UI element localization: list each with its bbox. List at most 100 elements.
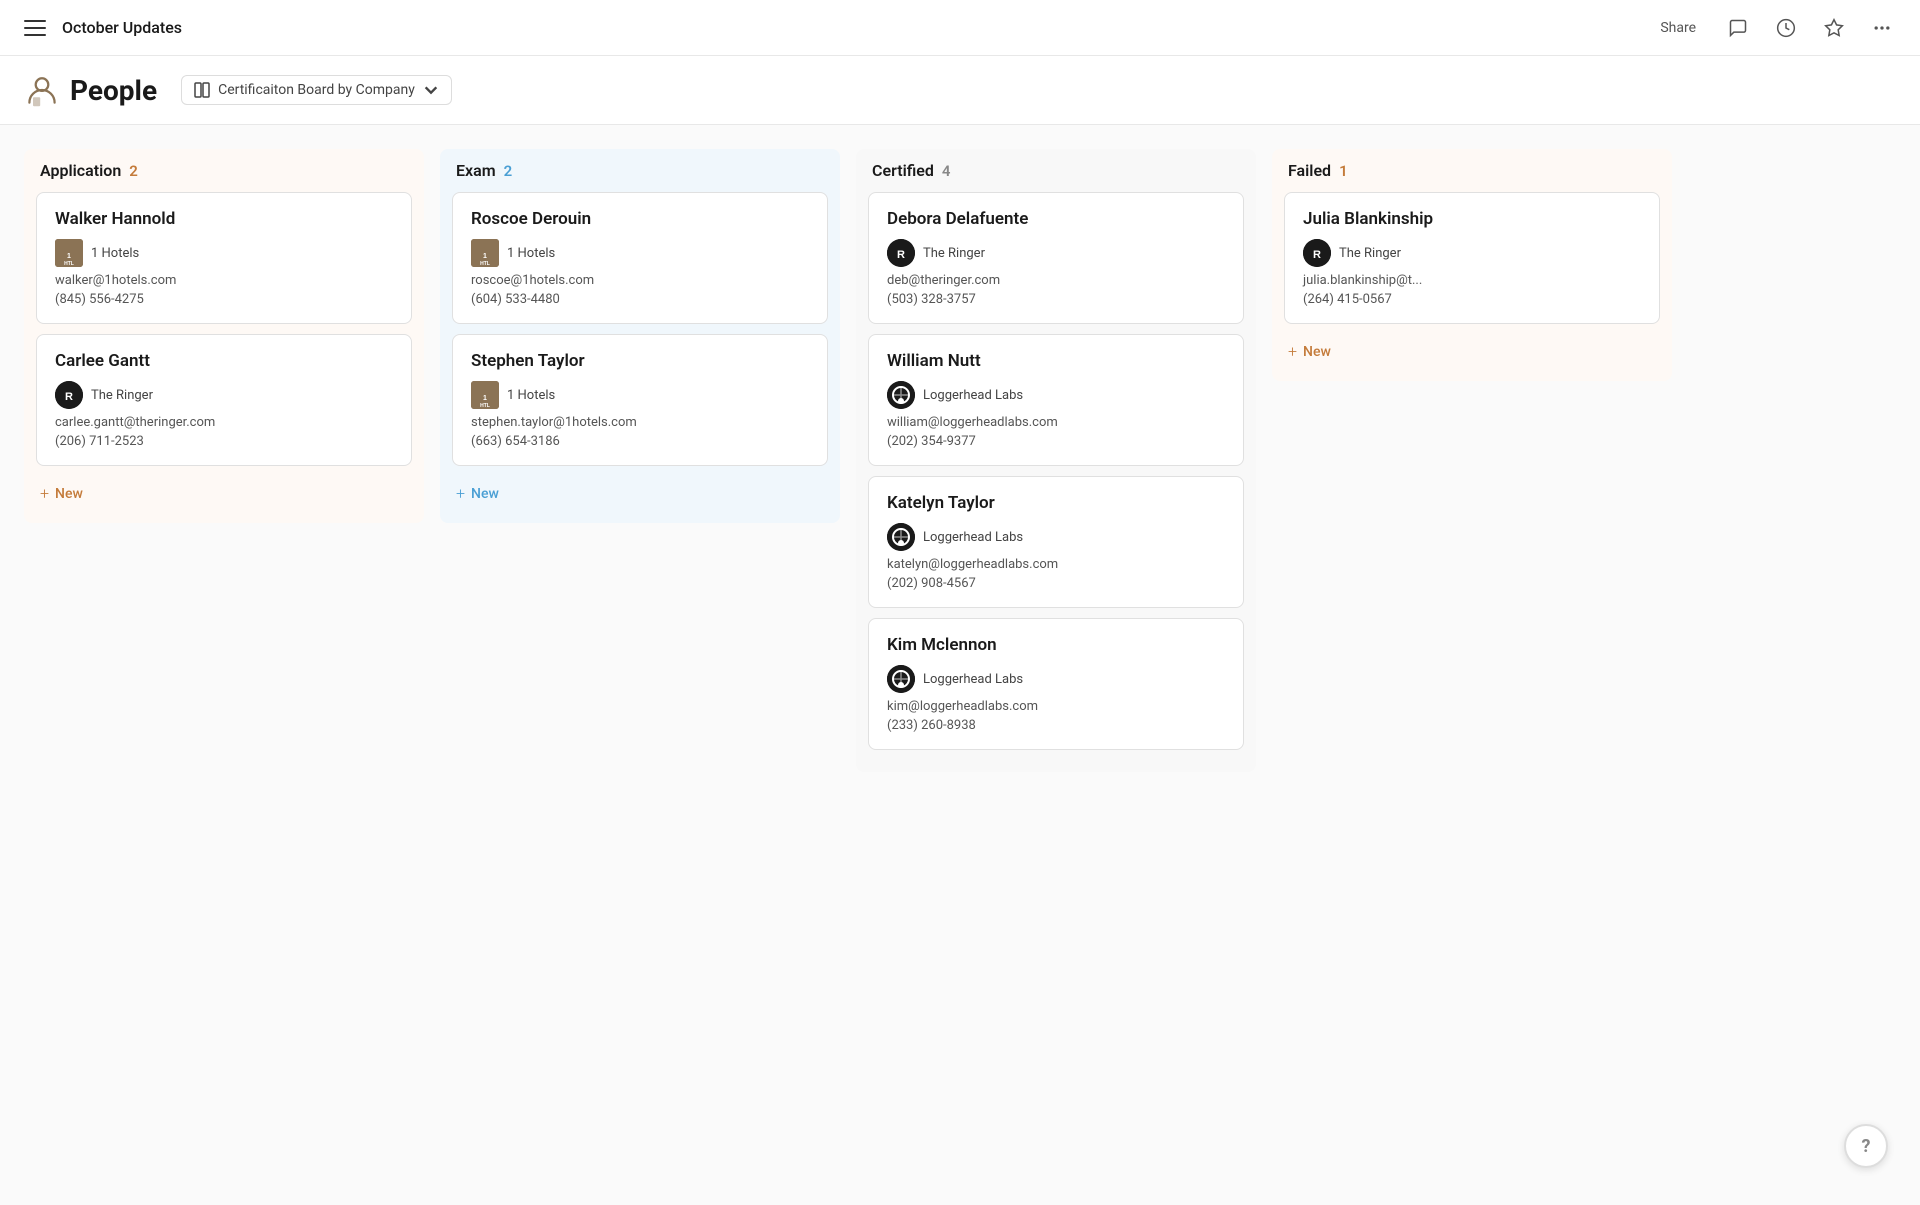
card-company: Loggerhead Labs — [887, 523, 1225, 551]
comment-icon[interactable] — [1724, 14, 1752, 42]
new-button-exam[interactable]: +New — [452, 476, 828, 511]
card-company: R The Ringer — [55, 381, 393, 409]
column-certified: Certified 4 Debora Delafuente R The Ringer de… — [856, 149, 1256, 1181]
card-name: Roscoe Derouin — [471, 209, 809, 229]
more-icon[interactable] — [1868, 14, 1896, 42]
view-label: Certificaiton Board by Company — [218, 82, 415, 98]
new-button-failed[interactable]: +New — [1284, 334, 1660, 369]
card-company: R The Ringer — [1303, 239, 1641, 267]
svg-text:1: 1 — [483, 253, 487, 260]
card-phone: (604) 533-4480 — [471, 292, 809, 307]
favorite-icon[interactable] — [1820, 14, 1848, 42]
people-icon — [24, 72, 60, 108]
ringer-logo: R — [55, 381, 83, 409]
company-name: Loggerhead Labs — [923, 388, 1023, 403]
people-title: People — [70, 74, 157, 107]
card-email: kim@loggerheadlabs.com — [887, 699, 1225, 714]
loggerhead-logo — [887, 665, 915, 693]
people-title-group: People — [24, 72, 157, 108]
column-header-application: Application 2 — [36, 161, 412, 180]
card-name: Walker Hannold — [55, 209, 393, 229]
card-company: 1HTL1 Hotels — [471, 239, 809, 267]
column-header-certified: Certified 4 — [868, 161, 1244, 180]
card-application-0[interactable]: Walker Hannold 1HTL 1 Hotels walker@1hotels… — [36, 192, 412, 324]
column-exam: Exam2Roscoe Derouin1HTL1 Hotelsroscoe@1h… — [440, 149, 840, 1181]
card-failed-0[interactable]: Julia Blankinship R The Ringer julia.blanki… — [1284, 192, 1660, 324]
svg-text:HTL: HTL — [480, 261, 490, 267]
column-title-failed: Failed — [1288, 161, 1331, 180]
card-email: william@loggerheadlabs.com — [887, 415, 1225, 430]
column-count-failed: 1 — [1339, 162, 1348, 180]
svg-text:R: R — [897, 249, 905, 261]
1hotels-logo: 1HTL — [471, 239, 499, 267]
column-count-exam: 2 — [504, 162, 513, 180]
loggerhead-logo — [887, 381, 915, 409]
column-title-certified: Certified — [872, 161, 934, 180]
svg-text:R: R — [1313, 249, 1321, 261]
svg-text:HTL: HTL — [64, 261, 74, 267]
svg-text:HTL: HTL — [480, 403, 490, 409]
card-company: 1HTL 1 Hotels — [55, 239, 393, 267]
card-phone: (264) 415-0567 — [1303, 292, 1641, 307]
card-certified-3[interactable]: Kim Mclennon Loggerhead Labs kim@loggerhea… — [868, 618, 1244, 750]
column-title-application: Application — [40, 161, 121, 180]
column-count-application: 2 — [129, 162, 138, 180]
card-company: 1HTL 1 Hotels — [471, 381, 809, 409]
board-view-icon — [194, 82, 210, 98]
card-certified-2[interactable]: Katelyn Taylor Loggerhead Labs katelyn@log… — [868, 476, 1244, 608]
card-email: julia.blankinship@t... — [1303, 273, 1641, 288]
card-name: Stephen Taylor — [471, 351, 809, 371]
card-phone: (663) 654-3186 — [471, 434, 809, 449]
top-bar-right: Share — [1652, 14, 1896, 42]
view-selector[interactable]: Certificaiton Board by Company — [181, 75, 452, 105]
board: Application2Walker Hannold1HTL1 Hotelswa… — [0, 125, 1920, 1205]
history-icon[interactable] — [1772, 14, 1800, 42]
company-name: The Ringer — [1339, 246, 1401, 261]
svg-text:1: 1 — [483, 395, 487, 402]
card-name: Debora Delafuente — [887, 209, 1225, 229]
company-name: Loggerhead Labs — [923, 672, 1023, 687]
new-button-application[interactable]: +New — [36, 476, 412, 511]
sub-header: People Certificaiton Board by Company — [0, 56, 1920, 125]
ringer-logo: R — [1303, 239, 1331, 267]
card-name: Julia Blankinship — [1303, 209, 1641, 229]
menu-icon[interactable] — [24, 20, 46, 36]
card-phone: (206) 711-2523 — [55, 434, 393, 449]
card-company: Loggerhead Labs — [887, 665, 1225, 693]
chevron-down-icon — [423, 82, 439, 98]
card-email: walker@1hotels.com — [55, 273, 393, 288]
column-application: Application 2 Walker Hannold 1HTL 1 Hotels wa… — [24, 149, 424, 1181]
card-certified-0[interactable]: Debora Delafuente R The Ringer deb@theringe… — [868, 192, 1244, 324]
card-certified-1[interactable]: William Nutt Loggerhead Labs william@logge… — [868, 334, 1244, 466]
card-phone: (233) 260-8938 — [887, 718, 1225, 733]
column-header-failed: Failed 1 — [1284, 161, 1660, 180]
company-name: The Ringer — [91, 388, 153, 403]
top-bar-left: October Updates — [24, 18, 182, 37]
share-button[interactable]: Share — [1652, 16, 1704, 40]
card-name: William Nutt — [887, 351, 1225, 371]
company-name: 1 Hotels — [507, 388, 555, 403]
card-name: Katelyn Taylor — [887, 493, 1225, 513]
help-button[interactable]: ? — [1844, 1124, 1888, 1168]
top-bar: October Updates Share — [0, 0, 1920, 56]
svg-text:1: 1 — [67, 253, 71, 260]
page-title: October Updates — [62, 18, 182, 37]
card-phone: (503) 328-3757 — [887, 292, 1225, 307]
card-name: Kim Mclennon — [887, 635, 1225, 655]
card-phone: (845) 556-4275 — [55, 292, 393, 307]
loggerhead-logo — [887, 523, 915, 551]
column-count-certified: 4 — [942, 162, 951, 180]
card-phone: (202) 354-9377 — [887, 434, 1225, 449]
card-exam-0[interactable]: Roscoe Derouin 1HTL1 Hotels roscoe@1hotels… — [452, 192, 828, 324]
card-email: deb@theringer.com — [887, 273, 1225, 288]
card-application-1[interactable]: Carlee GanttRThe Ringercarlee.gantt@ther… — [36, 334, 412, 466]
card-exam-1[interactable]: Stephen Taylor1HTL1 Hotelsstephen.taylor… — [452, 334, 828, 466]
card-phone: (202) 908-4567 — [887, 576, 1225, 591]
column-title-exam: Exam — [456, 161, 496, 180]
company-name: The Ringer — [923, 246, 985, 261]
company-name: 1 Hotels — [91, 246, 139, 261]
card-email: katelyn@loggerheadlabs.com — [887, 557, 1225, 572]
card-email: roscoe@1hotels.com — [471, 273, 809, 288]
card-company: R The Ringer — [887, 239, 1225, 267]
svg-text:R: R — [65, 391, 73, 403]
